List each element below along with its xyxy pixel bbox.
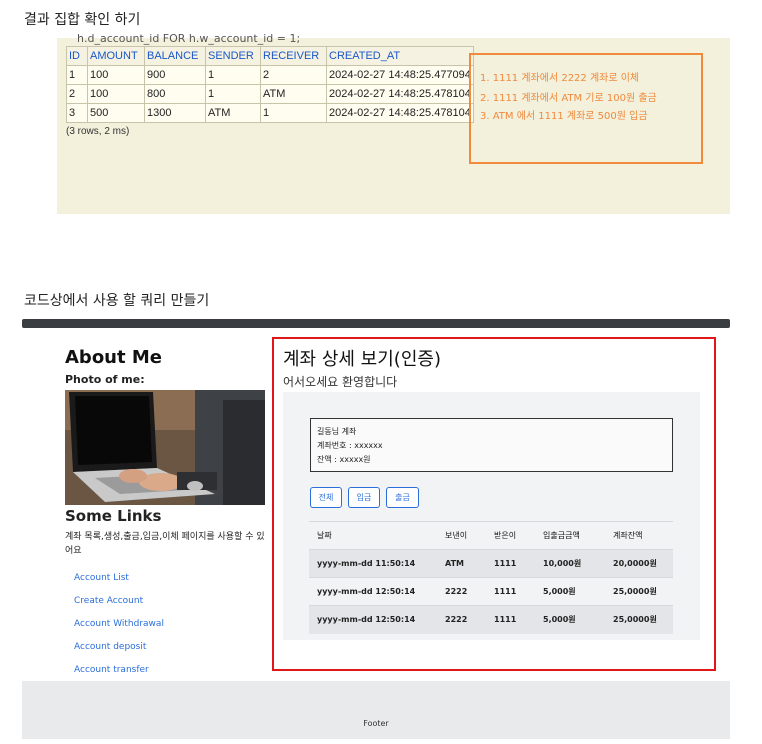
header-receiver: 받은이: [486, 521, 535, 550]
column-header-balance[interactable]: BALANCE: [144, 46, 206, 66]
section-title-query: 코드상에서 사용 할 쿼리 만들기: [24, 293, 210, 309]
cell-balance: 800: [144, 84, 206, 104]
sql-console-panel: h.d_account_id FOR h.w_account_id = 1; I…: [57, 32, 730, 214]
annotation-box: 1. 1111 계좌에서 2222 계좌로 이체 2. 1111 계좌에서 AT…: [469, 53, 703, 164]
nav-link-account-list[interactable]: Account List: [74, 573, 129, 583]
cell-balance: 900: [144, 65, 206, 85]
cell-amount: 500: [87, 103, 145, 123]
annotation-line-3: 3. ATM 에서 1111 계좌로 500원 입금: [480, 111, 648, 122]
table-row: 1 100 900 1 2 2024-02-27 14:48:25.477094: [66, 65, 474, 85]
filter-all-button[interactable]: 전체: [310, 487, 342, 508]
cell-date: yyyy-mm-dd 12:50:14: [309, 605, 437, 634]
cell-created-at: 2024-02-27 14:48:25.477094: [326, 65, 474, 85]
navbar: [22, 319, 730, 328]
cell-amount: 100: [87, 65, 145, 85]
cell-receiver: 2: [260, 65, 327, 85]
header-balance: 계좌잔액: [605, 521, 673, 550]
transaction-table: 날짜 보낸이 받은이 입출금금액 계좌잔액 yyyy-mm-dd 11:50:1…: [309, 521, 673, 634]
cell-amount: 5,000원: [535, 577, 605, 606]
nav-link-create-account[interactable]: Create Account: [74, 596, 143, 606]
cell-sender: ATM: [205, 103, 261, 123]
nav-link-account-deposit[interactable]: Account deposit: [74, 642, 146, 652]
cell-sender: 1: [205, 65, 261, 85]
cell-sender: 2222: [437, 605, 486, 634]
account-owner: 길동님 계좌: [317, 427, 357, 436]
table-row: 3 500 1300 ATM 1 2024-02-27 14:48:25.478…: [66, 103, 474, 123]
result-table: ID AMOUNT BALANCE SENDER RECEIVER CREATE…: [66, 46, 474, 123]
cell-date: yyyy-mm-dd 11:50:14: [309, 549, 437, 578]
cell-balance: 20,0000원: [605, 549, 673, 578]
cell-date: yyyy-mm-dd 12:50:14: [309, 577, 437, 606]
table-row: 2 100 800 1 ATM 2024-02-27 14:48:25.4781…: [66, 84, 474, 104]
cell-created-at: 2024-02-27 14:48:25.478104: [326, 103, 474, 123]
filter-withdraw-button[interactable]: 출금: [386, 487, 419, 508]
column-header-sender[interactable]: SENDER: [205, 46, 261, 66]
footer: Footer: [22, 681, 730, 739]
cell-receiver: 1: [260, 103, 327, 123]
page-title: 계좌 상세 보기(인증): [283, 349, 441, 370]
cell-receiver: ATM: [260, 84, 327, 104]
cell-sender: ATM: [437, 549, 486, 578]
links-title: Some Links: [65, 507, 162, 525]
cell-created-at: 2024-02-27 14:48:25.478104: [326, 84, 474, 104]
column-header-amount[interactable]: AMOUNT: [87, 46, 145, 66]
column-header-created-at[interactable]: CREATED_AT: [326, 46, 474, 66]
cell-receiver: 1111: [486, 577, 535, 606]
cell-balance: 25,0000원: [605, 577, 673, 606]
cell-balance: 1300: [144, 103, 206, 123]
query-text-cut: h.d_account_id FOR h.w_account_id = 1;: [77, 32, 301, 45]
cell-sender: 2222: [437, 577, 486, 606]
table-row: yyyy-mm-dd 11:50:14 ATM 1111 10,000원 20,…: [309, 549, 673, 578]
section-title-result-set: 결과 집합 확인 하기: [24, 12, 141, 28]
cell-amount: 5,000원: [535, 605, 605, 634]
welcome-text: 어서오세요 환영합니다: [283, 375, 398, 389]
cell-receiver: 1111: [486, 549, 535, 578]
rows-count-note: (3 rows, 2 ms): [66, 126, 130, 137]
profile-photo: [65, 390, 265, 505]
laptop-photo-illustration: [65, 390, 265, 505]
header-date: 날짜: [309, 521, 437, 550]
cell-receiver: 1111: [486, 605, 535, 634]
account-info-box: 길동님 계좌 계좌번호 : xxxxxx 잔액 : xxxxx원: [310, 418, 673, 472]
column-header-receiver[interactable]: RECEIVER: [260, 46, 327, 66]
table-row: yyyy-mm-dd 12:50:14 2222 1111 5,000원 25,…: [309, 605, 673, 634]
account-number: 계좌번호 : xxxxxx: [317, 441, 383, 450]
header-amount: 입출금금액: [535, 521, 605, 550]
cell-id: 2: [66, 84, 88, 104]
cell-sender: 1: [205, 84, 261, 104]
about-title: About Me: [65, 347, 162, 368]
result-header-row: ID AMOUNT BALANCE SENDER RECEIVER CREATE…: [66, 46, 474, 66]
annotation-line-1: 1. 1111 계좌에서 2222 계좌로 이체: [480, 73, 640, 84]
links-description: 계좌 목록,생성,출금,입금,이체 페이지를 사용할 수 있어요: [65, 532, 265, 556]
header-sender: 보낸이: [437, 521, 486, 550]
annotation-line-2: 2. 1111 계좌에서 ATM 기로 100원 출금: [480, 93, 657, 104]
transaction-header-row: 날짜 보낸이 받은이 입출금금액 계좌잔액: [309, 521, 673, 550]
cell-id: 3: [66, 103, 88, 123]
nav-link-account-transfer[interactable]: Account transfer: [74, 665, 149, 675]
cell-balance: 25,0000원: [605, 605, 673, 634]
nav-link-account-withdrawal[interactable]: Account Withdrawal: [74, 619, 164, 629]
cell-amount: 100: [87, 84, 145, 104]
column-header-id[interactable]: ID: [66, 46, 88, 66]
footer-text: Footer: [363, 719, 389, 728]
filter-deposit-button[interactable]: 입금: [348, 487, 380, 508]
account-balance: 잔액 : xxxxx원: [317, 455, 371, 464]
cell-amount: 10,000원: [535, 549, 605, 578]
table-row: yyyy-mm-dd 12:50:14 2222 1111 5,000원 25,…: [309, 577, 673, 606]
cell-id: 1: [66, 65, 88, 85]
photo-label: Photo of me:: [65, 373, 145, 386]
